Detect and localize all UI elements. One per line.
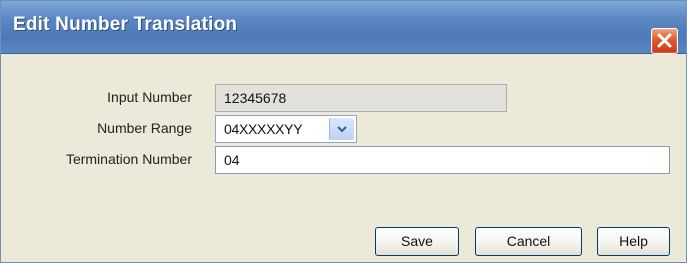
help-button[interactable]: Help — [597, 227, 670, 256]
close-button[interactable] — [651, 28, 678, 54]
close-icon — [657, 33, 672, 48]
input-number-label: Input Number — [107, 89, 192, 105]
edit-number-translation-dialog: Edit Number Translation Input Number 123… — [0, 0, 687, 263]
termination-number-label: Termination Number — [65, 151, 192, 167]
termination-number-input[interactable]: 04 — [215, 146, 670, 174]
number-range-selected-value: 04XXXXXYY — [224, 121, 303, 137]
dialog-title-bar[interactable]: Edit Number Translation — [1, 1, 686, 54]
dialog-title: Edit Number Translation — [13, 14, 238, 35]
save-button[interactable]: Save — [375, 227, 459, 256]
dialog-content: Input Number 12345678 Number Range 04XXX… — [1, 54, 686, 262]
chevron-down-icon — [337, 126, 347, 133]
number-range-dropdown-button[interactable] — [329, 118, 354, 140]
number-range-select[interactable]: 04XXXXXYY — [215, 115, 357, 143]
input-number-field: 12345678 — [215, 84, 507, 112]
cancel-button[interactable]: Cancel — [475, 227, 582, 256]
number-range-label: Number Range — [97, 120, 192, 136]
